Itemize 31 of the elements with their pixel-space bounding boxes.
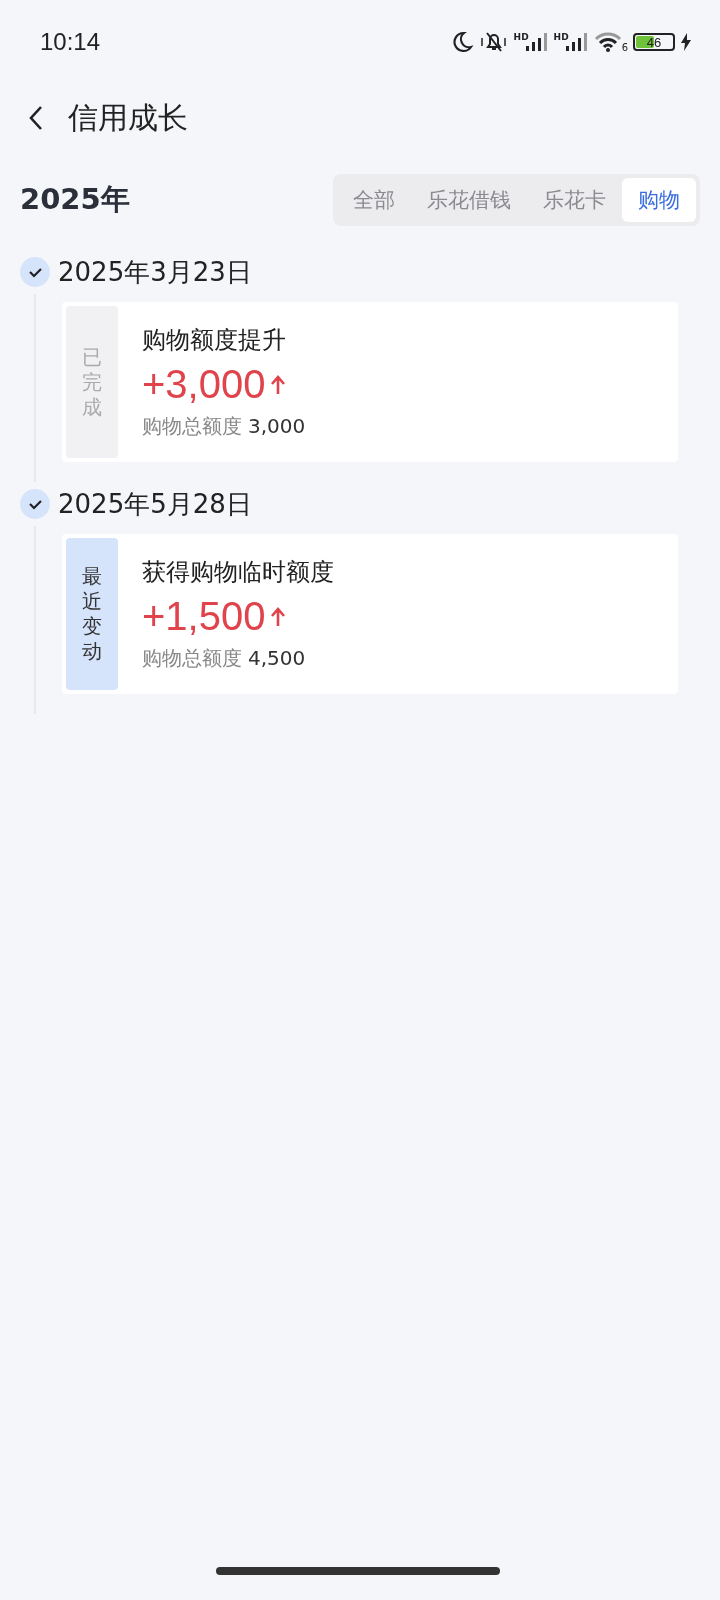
up-arrow-icon xyxy=(271,606,286,627)
status-tag: 最近变动 xyxy=(66,538,118,690)
charging-icon xyxy=(680,32,692,52)
entry-date: 2025年5月28日 xyxy=(58,487,252,521)
record-title: 购物额度提升 xyxy=(142,325,287,356)
check-icon xyxy=(20,257,50,287)
muted-bell-icon xyxy=(478,30,509,54)
status-time: 10:14 xyxy=(40,28,101,56)
year-label: 2025年 xyxy=(20,181,130,218)
status-tag: 已完成 xyxy=(66,306,118,458)
page-title: 信用成长 xyxy=(68,98,188,137)
total-value: 4,500 xyxy=(248,646,306,670)
total-label: 购物总额度 xyxy=(142,645,242,672)
back-icon[interactable] xyxy=(28,104,44,132)
filter-tab[interactable]: 购物 xyxy=(622,178,696,222)
wifi-label: 6 xyxy=(621,42,628,53)
filter-tab[interactable]: 乐花借钱 xyxy=(411,178,527,222)
total-label: 购物总额度 xyxy=(142,413,242,440)
amount-value: +1,500 xyxy=(142,594,266,639)
total-value: 3,000 xyxy=(248,414,306,438)
network-label: HD xyxy=(553,32,569,42)
wifi-icon xyxy=(593,31,622,53)
entry-date: 2025年3月23日 xyxy=(58,255,252,289)
check-icon xyxy=(20,489,50,519)
up-arrow-icon xyxy=(271,374,286,395)
filter-tab[interactable]: 乐花卡 xyxy=(527,178,622,222)
amount-value: +3,000 xyxy=(142,362,266,407)
record-title: 获得购物临时额度 xyxy=(142,557,334,588)
network-label: HD xyxy=(513,32,529,42)
battery-indicator: 46 xyxy=(633,33,675,51)
filter-tab[interactable]: 全部 xyxy=(337,178,411,222)
